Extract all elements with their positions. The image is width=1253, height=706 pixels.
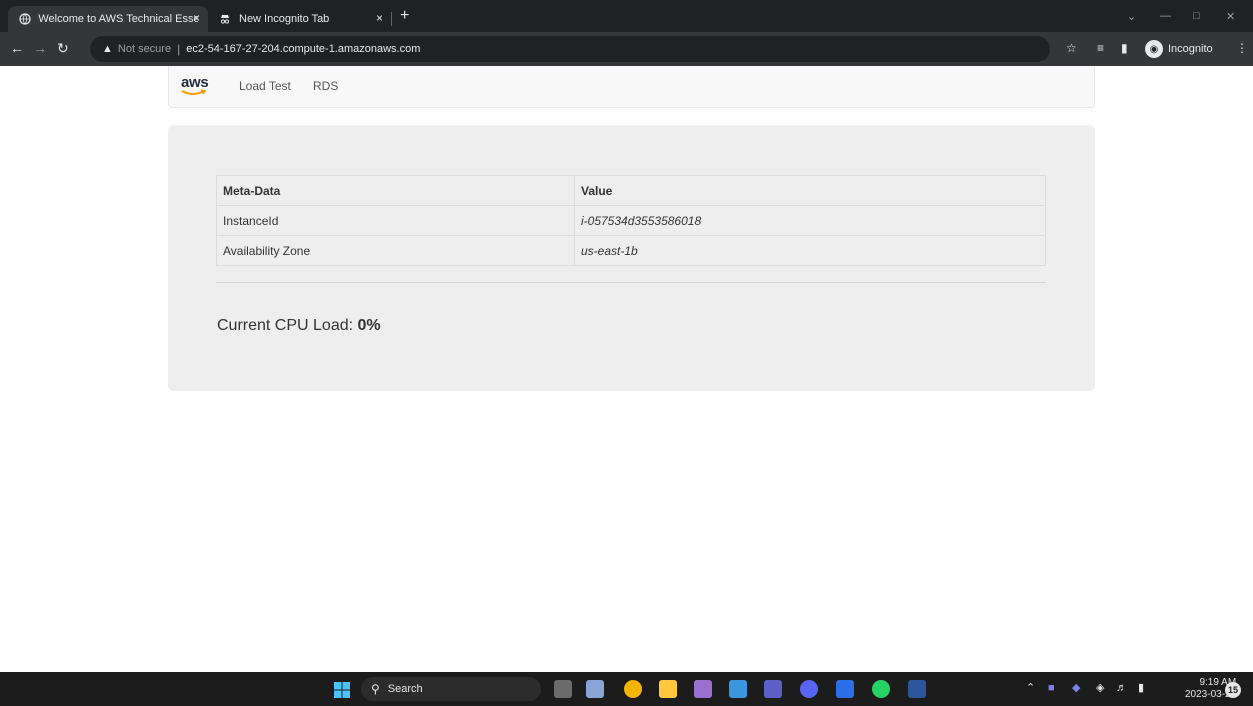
- incognito-icon: ◉: [1145, 40, 1163, 58]
- remote-desktop-icon[interactable]: [729, 680, 747, 698]
- meta-key: InstanceId: [216, 205, 575, 236]
- notification-badge[interactable]: 15: [1225, 682, 1241, 698]
- visual-studio-icon[interactable]: [694, 680, 712, 698]
- battery-icon[interactable]: ▮: [1138, 682, 1144, 694]
- browser-tab-strip: Welcome to AWS Technical Essen × New Inc…: [0, 0, 1253, 32]
- tab-title: Welcome to AWS Technical Essen: [38, 13, 198, 25]
- chevron-down-icon[interactable]: ⌄: [1127, 10, 1136, 23]
- side-panel-icon[interactable]: ▮: [1121, 41, 1128, 55]
- cpu-load-value: 0%: [357, 317, 381, 334]
- meta-value: us-east-1b: [574, 235, 1046, 266]
- security-status[interactable]: Not secure: [118, 43, 171, 55]
- jumbotron-panel: Meta-Data Value InstanceId i-057534d3553…: [168, 125, 1095, 391]
- snipping-tool-icon[interactable]: [586, 680, 604, 698]
- teams-tray-icon[interactable]: ◆: [1072, 682, 1080, 694]
- wifi-icon[interactable]: ◈: [1096, 682, 1104, 694]
- table-row: Availability Zone us-east-1b: [216, 235, 1046, 266]
- back-arrow-icon[interactable]: ←: [10, 41, 24, 55]
- globe-icon: [18, 12, 31, 26]
- incognito-profile-button[interactable]: ◉ Incognito: [1145, 39, 1213, 59]
- table-header-row: Meta-Data Value: [216, 175, 1046, 206]
- column-header-value: Value: [574, 175, 1046, 206]
- search-placeholder: Search: [387, 683, 423, 695]
- maximize-icon[interactable]: □: [1193, 10, 1200, 22]
- nav-link-rds[interactable]: RDS: [313, 79, 338, 93]
- cpu-load-label: Current CPU Load:: [217, 317, 358, 334]
- new-tab-button[interactable]: +: [400, 8, 409, 24]
- word-icon[interactable]: [908, 680, 926, 698]
- nav-link-load-test[interactable]: Load Test: [239, 79, 291, 93]
- taskbar-search[interactable]: ⚲ Search: [361, 677, 541, 701]
- column-header-meta-data: Meta-Data: [216, 175, 575, 206]
- address-bar[interactable]: ▲ Not secure | ec2-54-167-27-204.compute…: [90, 36, 1050, 62]
- table-row: InstanceId i-057534d3553586018: [216, 205, 1046, 236]
- aws-logo[interactable]: aws: [181, 74, 217, 100]
- search-icon: ⚲: [371, 682, 380, 696]
- bookmark-star-icon[interactable]: ☆: [1066, 41, 1077, 55]
- url-text[interactable]: ec2-54-167-27-204.compute-1.amazonaws.co…: [186, 43, 420, 55]
- warning-icon[interactable]: ▲: [102, 43, 113, 55]
- close-icon[interactable]: ×: [193, 11, 200, 25]
- onenote-tray-icon[interactable]: ■: [1048, 682, 1055, 694]
- teams-icon[interactable]: [764, 680, 782, 698]
- windows-start-icon[interactable]: [334, 682, 350, 698]
- chevron-up-icon[interactable]: ⌃: [1026, 682, 1035, 694]
- site-navbar: aws Load Test RDS: [168, 66, 1095, 108]
- task-view-icon[interactable]: [554, 680, 572, 698]
- meta-icon[interactable]: [836, 680, 854, 698]
- incognito-icon: [218, 12, 232, 26]
- volume-icon[interactable]: ♬: [1116, 682, 1127, 694]
- close-icon[interactable]: ×: [376, 11, 383, 25]
- tab-separator: [391, 12, 392, 26]
- tab-aws-welcome[interactable]: Welcome to AWS Technical Essen ×: [8, 6, 208, 32]
- divider: [216, 282, 1046, 283]
- reading-list-icon[interactable]: ≡: [1097, 41, 1104, 55]
- metadata-table: Meta-Data Value InstanceId i-057534d3553…: [216, 175, 1046, 266]
- tab-title: New Incognito Tab: [239, 13, 330, 25]
- window-close-icon[interactable]: ✕: [1226, 10, 1235, 23]
- reload-icon[interactable]: ↻: [57, 41, 69, 55]
- whatsapp-icon[interactable]: [872, 680, 890, 698]
- browser-toolbar: ← → ↻ ▲ Not secure | ec2-54-167-27-204.c…: [0, 32, 1253, 66]
- cpu-load-readout: Current CPU Load: 0%: [217, 317, 381, 335]
- windows-taskbar: ⚲ Search ⌃ ■ ◆ ◈ ♬ ▮ 9:19 AM 2023-03-23 …: [0, 672, 1253, 706]
- chrome-icon[interactable]: [624, 680, 642, 698]
- omnibox-divider: |: [177, 42, 181, 56]
- discord-icon[interactable]: [800, 680, 818, 698]
- file-explorer-icon[interactable]: [659, 680, 677, 698]
- profile-label: Incognito: [1168, 43, 1213, 55]
- kebab-menu-icon[interactable]: ⋮: [1236, 41, 1248, 55]
- meta-value: i-057534d3553586018: [574, 205, 1046, 236]
- aws-smile-icon: [181, 89, 207, 95]
- meta-key: Availability Zone: [216, 235, 575, 266]
- forward-arrow-icon[interactable]: →: [33, 41, 47, 55]
- tab-new-incognito[interactable]: New Incognito Tab ×: [208, 6, 391, 32]
- minimize-icon[interactable]: —: [1160, 10, 1171, 22]
